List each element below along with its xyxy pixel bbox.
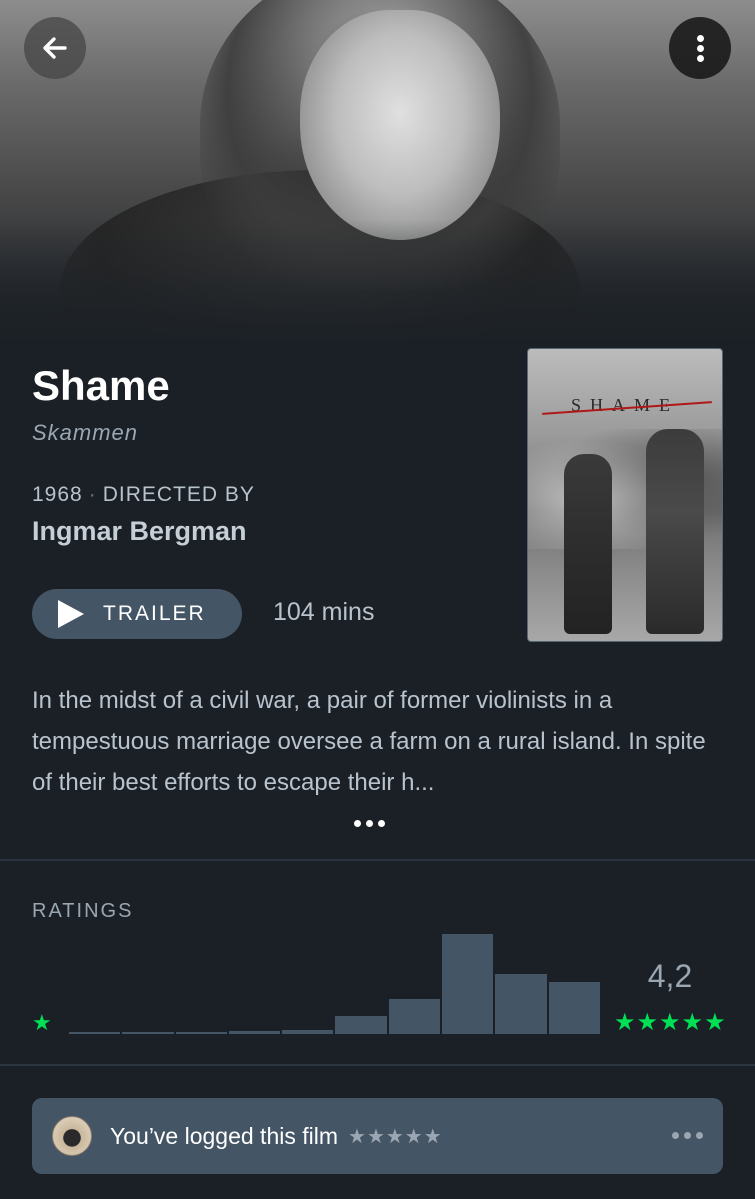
film-meta: 1968 · DIRECTED BY: [32, 483, 255, 506]
synopsis[interactable]: In the midst of a civil war, a pair of f…: [32, 680, 722, 803]
histogram-bar[interactable]: [335, 1016, 387, 1034]
director-name[interactable]: Ingmar Bergman: [32, 516, 247, 547]
avatar: [52, 1116, 92, 1156]
ellipsis-icon: [672, 1132, 679, 1139]
more-options-button[interactable]: [669, 17, 731, 79]
ellipsis-icon: [354, 820, 361, 827]
max-stars-icon: ★★★★★: [614, 1009, 727, 1036]
original-title: Skammen: [32, 420, 139, 445]
logged-rating-stars: ★★★★★: [348, 1125, 443, 1148]
histogram-bar[interactable]: [548, 982, 600, 1034]
film-poster[interactable]: SHAME: [527, 348, 723, 642]
ratings-label: RATINGS: [32, 900, 134, 922]
more-vertical-icon: [696, 32, 704, 65]
back-arrow-icon: [43, 37, 67, 59]
ratings-histogram[interactable]: [69, 934, 600, 1034]
logged-film-card[interactable]: You’ve logged this film ★★★★★: [32, 1098, 723, 1174]
runtime: 104 mins: [273, 598, 375, 626]
histogram-bar[interactable]: [69, 1032, 121, 1034]
log-options-button[interactable]: [672, 1132, 703, 1139]
trailer-label: TRAILER: [103, 602, 206, 625]
histogram-bar[interactable]: [442, 934, 494, 1034]
histogram-bar[interactable]: [228, 1031, 281, 1034]
trailer-button[interactable]: TRAILER: [32, 589, 242, 639]
divider: [0, 859, 755, 861]
backdrop-image: [0, 0, 755, 340]
min-star-icon: ★: [32, 1010, 52, 1035]
average-rating: 4,2: [647, 958, 693, 994]
histogram-bar[interactable]: [122, 1032, 174, 1034]
release-year[interactable]: 1968: [32, 483, 83, 506]
histogram-bar[interactable]: [175, 1032, 227, 1034]
film-title: Shame: [32, 362, 170, 409]
histogram-bar[interactable]: [282, 1030, 334, 1034]
back-button[interactable]: [24, 17, 86, 79]
divider: [0, 1064, 755, 1066]
histogram-bar[interactable]: [388, 999, 441, 1034]
expand-synopsis-button[interactable]: [354, 820, 385, 827]
histogram-bar[interactable]: [495, 974, 547, 1034]
directed-by-label: DIRECTED BY: [102, 483, 255, 506]
logged-text: You’ve logged this film: [110, 1122, 339, 1149]
play-icon: [58, 600, 84, 628]
